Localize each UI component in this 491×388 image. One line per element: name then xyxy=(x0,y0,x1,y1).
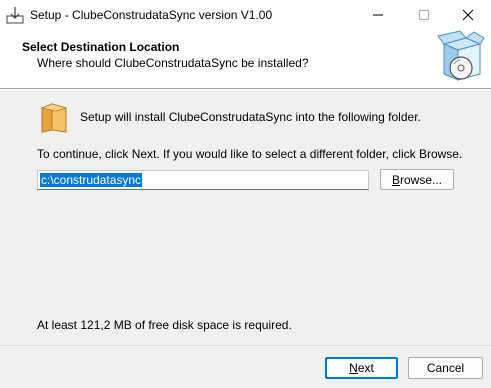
installer-download-icon xyxy=(6,7,24,24)
browse-button[interactable]: Browse... xyxy=(380,169,454,190)
maximize-button[interactable] xyxy=(401,0,447,30)
maximize-icon xyxy=(419,10,429,20)
title-bar[interactable]: Setup - ClubeConstrudataSync version V1.… xyxy=(0,0,491,30)
destination-path-input[interactable]: c:\construdatasync xyxy=(37,170,369,190)
cancel-button[interactable]: Cancel xyxy=(408,357,483,379)
minimize-icon xyxy=(373,14,383,16)
minimize-button[interactable] xyxy=(355,0,401,30)
setup-box-disc-icon xyxy=(437,30,485,81)
intro-text: Setup will install ClubeConstrudataSync … xyxy=(80,110,421,124)
instruction-text: To continue, click Next. If you would li… xyxy=(37,147,463,161)
destination-path-value: c:\construdatasync xyxy=(40,173,143,187)
wizard-header: Select Destination Location Where should… xyxy=(0,30,491,88)
window-title: Setup - ClubeConstrudataSync version V1.… xyxy=(30,8,273,22)
cancel-label: Cancel xyxy=(426,361,465,375)
close-icon xyxy=(462,9,474,21)
next-button[interactable]: Next xyxy=(325,357,398,379)
footer-divider xyxy=(0,345,491,346)
page-subtitle: Where should ClubeConstrudataSync be ins… xyxy=(37,56,309,70)
page-title: Select Destination Location xyxy=(22,40,180,54)
browse-label-accel: B xyxy=(391,172,400,187)
disk-space-text: At least 121,2 MB of free disk space is … xyxy=(37,318,292,332)
browse-label-rest: rowse... xyxy=(400,172,443,187)
next-label-rest: ext xyxy=(357,361,374,375)
close-button[interactable] xyxy=(445,0,491,30)
folder-icon xyxy=(40,103,68,133)
header-divider-highlight xyxy=(0,89,491,90)
next-label-accel: N xyxy=(349,361,358,375)
